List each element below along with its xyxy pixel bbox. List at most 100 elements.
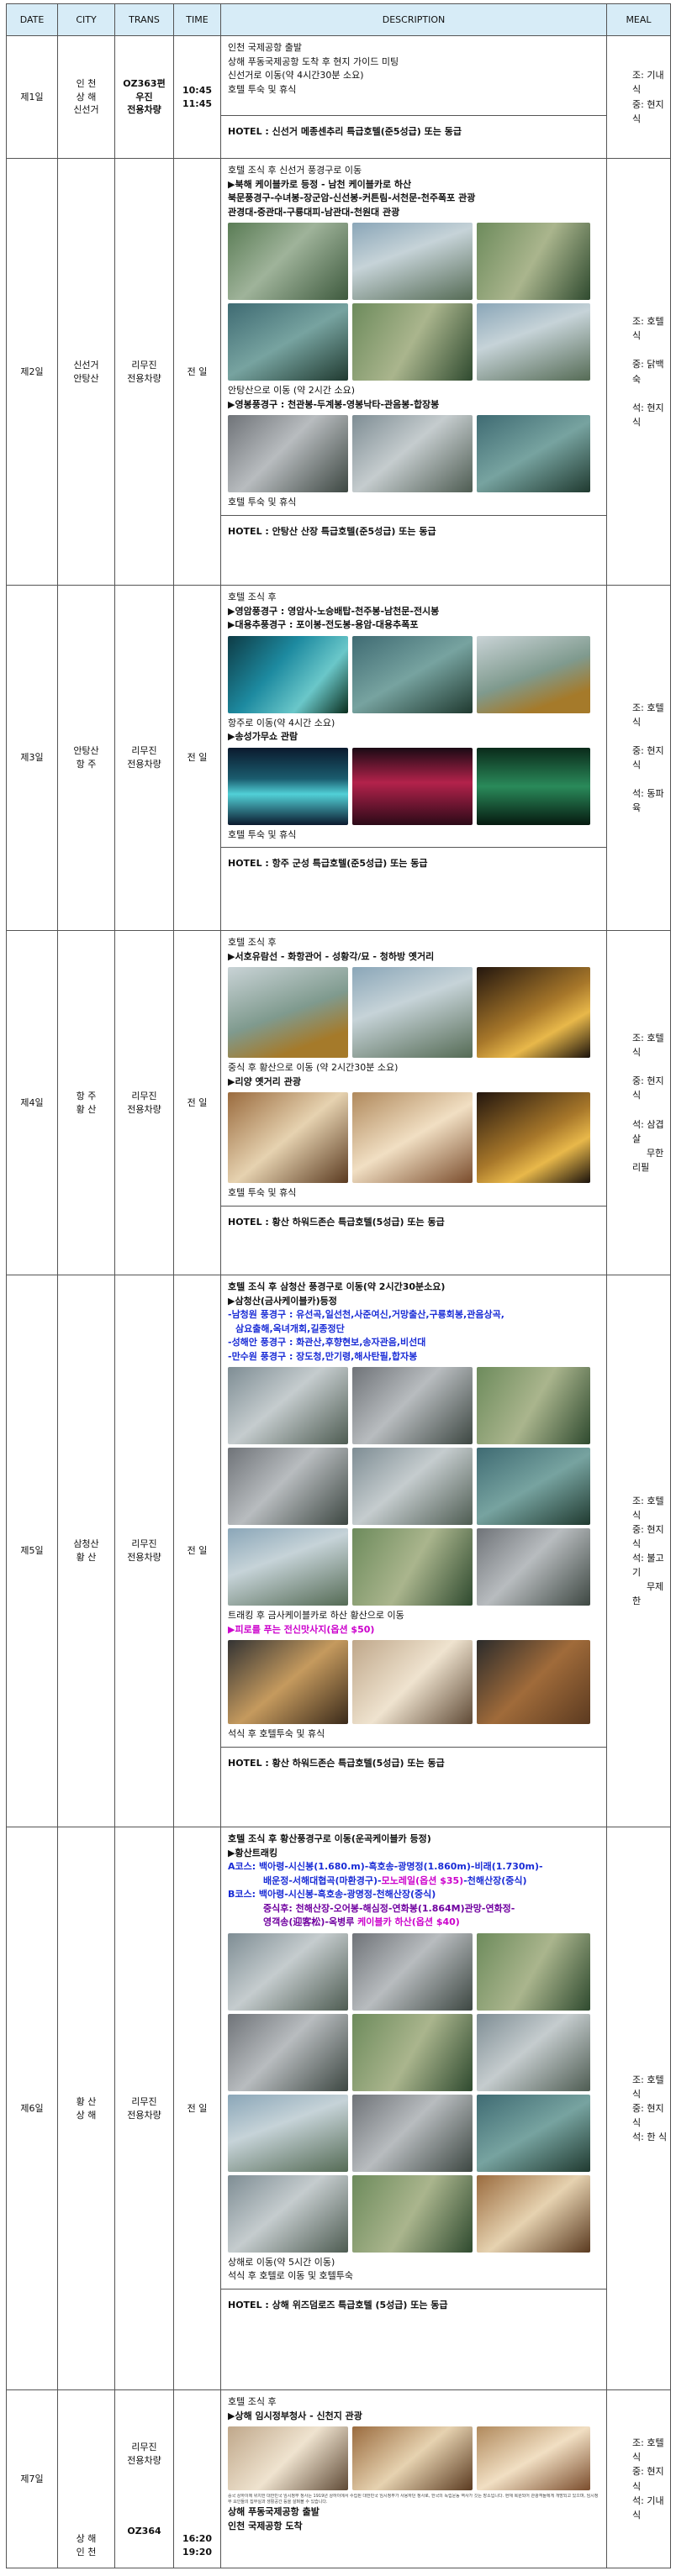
header-meal: MEAL (606, 3, 671, 36)
photo-shenxianju-bridge (352, 223, 473, 300)
day6-row: 제6일 황 산상 해 리무진 전용차량 전 일 호텔 조식 후 황산풍경구로 이동… (6, 1827, 671, 2390)
day5-photos-d (228, 1640, 599, 1724)
day6-city: 황 산상 해 (57, 1827, 115, 2390)
day2-description: 호텔 조식 후 신선거 풍경구로 이동 ▶북해 케이블카로 등정 - 남천 케이… (220, 158, 607, 586)
photo-songcheng-show-2 (352, 747, 473, 825)
day1-meal: 조: 기내식 중: 현지식 (606, 35, 671, 159)
photo-huangshan-stairs (477, 1932, 590, 2011)
day4-city: 항 주황 산 (57, 930, 115, 1275)
photo-yandang-bridge (477, 415, 590, 492)
photo-xintiandi (477, 2426, 590, 2490)
photo-shenxianju-gorge (228, 303, 348, 381)
photo-massage-3 (477, 1640, 590, 1724)
day5-photos-a (228, 1367, 599, 1444)
day2-city: 신선거 안탕산 (57, 158, 115, 586)
day6-date: 제6일 (6, 1827, 58, 2390)
day1-description: 인천 국제공항 출발 상해 푸동국제공항 도착 후 현지 가이드 미팅 신선거로… (220, 35, 607, 159)
day3-time: 전 일 (173, 585, 221, 931)
photo-provisional-government-sign (228, 2426, 348, 2490)
day6-time: 전 일 (173, 1827, 221, 2390)
header-time: TIME (173, 3, 221, 36)
photo-sanqing-walkway (352, 1367, 473, 1444)
header-city: CITY (57, 3, 115, 36)
photo-huangshan-trail (477, 2094, 590, 2172)
day5-description: 호텔 조식 후 삼청산 풍경구로 이동(약 2시간30분소요) ▶삼청산(금사케… (220, 1275, 607, 1827)
day4-photos-a (228, 967, 599, 1058)
photo-massage-1 (228, 1640, 348, 1724)
header-description: DESCRIPTION (220, 3, 607, 36)
photo-westlake-boat (228, 967, 348, 1058)
photo-sanqing-mist (228, 1528, 348, 1606)
day1-trans: OZ363편 우진 전용차량 (114, 35, 174, 159)
day3-description: 호텔 조식 후 ▶영암풍경구 : 영암사-노승배탑-천주봉-남천문-전시봉 ▶대… (220, 585, 607, 931)
day1-row: 제1일 인 천상 해 신선거 OZ363편 우진 전용차량 10:45 11:45 인천… (6, 35, 671, 159)
day1-city: 인 천상 해 신선거 (57, 35, 115, 159)
photo-sanqing-ridge (477, 1528, 590, 1606)
itinerary-sheet: DATE CITY TRANS TIME DESCRIPTION MEAL 제1… (6, 3, 671, 2568)
day7-city: 상 해인 천 (57, 2389, 115, 2568)
day1-date: 제1일 (6, 35, 58, 159)
photo-sanqing-gate (228, 1367, 348, 1444)
day7-photos (228, 2426, 599, 2490)
day3-date: 제3일 (6, 585, 58, 931)
day2-row: 제2일 신선거 안탕산 리무진 전용차량 전 일 호텔 조식 후 신선거 풍경구로 … (6, 158, 671, 586)
photo-yandang-pool (228, 635, 348, 713)
photo-sanqing-hikers (477, 1367, 590, 1444)
photo-huangshan-cliff (352, 2174, 473, 2253)
photo-huangshan-rock (228, 1932, 348, 2011)
day3-hotel: HOTEL : 항주 군성 특급호텔(준5성급) 또는 동급 (221, 847, 606, 880)
photo-huangshan-boulders (228, 2013, 348, 2091)
photo-chenghuang-pavilion (477, 967, 590, 1058)
day7-note: 중국 상하이에 위치한 대한민국 임시정부 청사는 1919년 상하이에서 수립… (228, 2494, 599, 2505)
day6-photos-d (228, 2174, 599, 2253)
day1-hotel: HOTEL : 신선거 메종센추리 특급호텔(준5성급) 또는 동급 (221, 115, 606, 148)
day7-date: 제7일 (6, 2389, 58, 2568)
day6-photos-b (228, 2013, 599, 2091)
header-trans: TRANS (114, 3, 174, 36)
day6-meal: 조: 호텔식 중: 현지식 석: 한 식 (606, 1827, 671, 2390)
day7-description: 호텔 조식 후 ▶상해 임시정부청사 - 신천지 관광 중국 상하이에 위치한 … (220, 2389, 607, 2568)
photo-huangshan-lodge (477, 2174, 590, 2253)
photo-sanqing-peak (228, 1448, 348, 1525)
day5-photos-c (228, 1528, 599, 1606)
day5-city: 삼청산 황 산 (57, 1275, 115, 1827)
photo-liyang-gate (228, 1092, 348, 1183)
day5-meal: 조: 호텔식 중: 현지식 석: 불고기 무제한 (606, 1275, 671, 1827)
day2-photos-b (228, 303, 599, 381)
day4-description: 호텔 조식 후 ▶서호유람선 - 화항관어 - 성황각/묘 - 청하방 옛거리 … (220, 930, 607, 1275)
day2-date: 제2일 (6, 158, 58, 586)
day3-meal: 조: 호텔식 중: 현지식 석: 동파육 (606, 585, 671, 931)
day7-trans: 리무진 전용차량 OZ364 (114, 2389, 174, 2568)
photo-shenxianju-cliff (228, 223, 348, 300)
day5-hotel: HOTEL : 황산 하워드존슨 특급호텔(5성급) 또는 동급 (221, 1746, 606, 1780)
day4-meal: 조: 호텔식 중: 현지식 석: 삼겹살 무한리필 (606, 930, 671, 1275)
day6-photos-c (228, 2094, 599, 2172)
header-row: DATE CITY TRANS TIME DESCRIPTION MEAL (6, 3, 671, 36)
day2-photos-c (228, 415, 599, 492)
day4-photos-b (228, 1092, 599, 1183)
day1-time: 10:45 11:45 (173, 35, 221, 159)
day2-meal: 조: 호텔식 중: 닭백숙 석: 현지식 (606, 158, 671, 586)
photo-westlake-view (352, 967, 473, 1058)
header-date: DATE (6, 3, 58, 36)
photo-sanqing-cable (352, 1528, 473, 1606)
photo-huangshan-ridge (352, 2094, 473, 2172)
photo-sanqing-cliff (352, 1448, 473, 1525)
photo-provisional-government-interior (352, 2426, 473, 2490)
day2-hotel: HOTEL : 안탕산 산장 특급호텔(준5성급) 또는 동급 (221, 514, 606, 548)
day5-row: 제5일 삼청산 황 산 리무진 전용차량 전 일 호텔 조식 후 삼청산 풍경구로 … (6, 1275, 671, 1827)
photo-huangshan-peak (352, 1932, 473, 2011)
day5-date: 제5일 (6, 1275, 58, 1827)
itinerary-table: DATE CITY TRANS TIME DESCRIPTION MEAL 제1… (6, 3, 671, 2568)
photo-huangshan-stone-tablet (228, 2174, 348, 2253)
day3-city: 안탕산 항 주 (57, 585, 115, 931)
day5-time: 전 일 (173, 1275, 221, 1827)
photo-liyang-night (477, 1092, 590, 1183)
photo-yandang-peaks (228, 415, 348, 492)
day4-time: 전 일 (173, 930, 221, 1275)
photo-yandang-rock (352, 635, 473, 713)
day3-photos-b (228, 747, 599, 825)
photo-huangshan-bridge (477, 2013, 590, 2091)
day7-row: 제7일 상 해인 천 리무진 전용차량 OZ364 16:20 19:20 호텔 조… (6, 2389, 671, 2568)
day5-photos-b (228, 1448, 599, 1525)
